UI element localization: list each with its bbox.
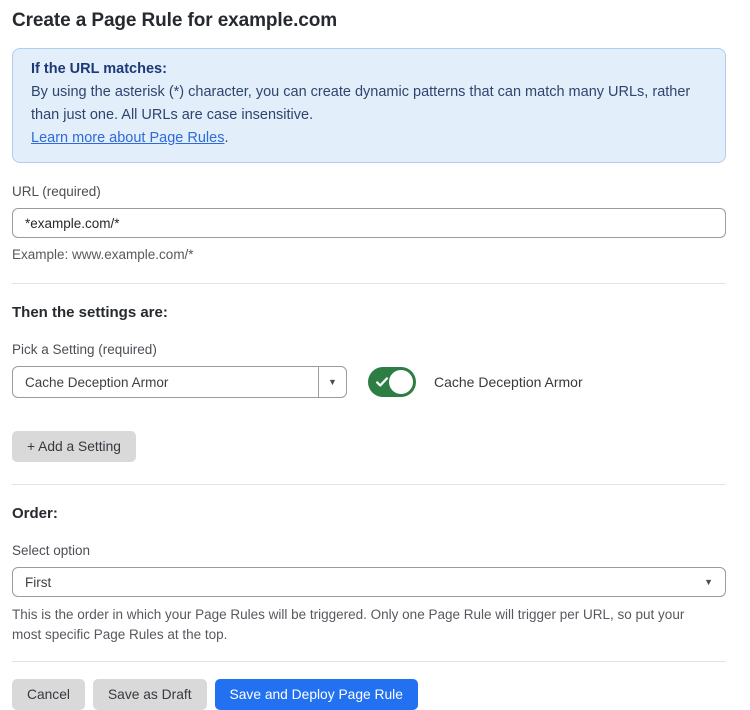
create-page-rule-form: Create a Page Rule for example.com If th… <box>0 0 750 710</box>
link-suffix-period: . <box>224 130 228 146</box>
cache-deception-armor-toggle[interactable] <box>368 367 416 397</box>
url-input[interactable] <box>12 208 726 238</box>
settings-section-heading: Then the settings are: <box>12 304 726 321</box>
info-box-heading: If the URL matches: <box>31 58 707 81</box>
pick-setting-label: Pick a Setting (required) <box>12 342 726 358</box>
info-box-body: By using the asterisk (*) character, you… <box>31 81 707 150</box>
setting-select-arrow-button[interactable]: ▼ <box>318 367 346 397</box>
url-label: URL (required) <box>12 184 726 200</box>
add-setting-button[interactable]: + Add a Setting <box>12 431 136 462</box>
section-divider <box>12 283 726 284</box>
save-deploy-button[interactable]: Save and Deploy Page Rule <box>215 679 418 710</box>
order-select[interactable]: First ▼ <box>12 567 726 597</box>
info-box-text: By using the asterisk (*) character, you… <box>31 84 690 123</box>
save-draft-button[interactable]: Save as Draft <box>93 679 207 710</box>
toggle-label: Cache Deception Armor <box>434 374 583 390</box>
caret-down-icon: ▼ <box>704 578 713 587</box>
page-title: Create a Page Rule for example.com <box>12 9 726 32</box>
learn-more-link[interactable]: Learn more about Page Rules <box>31 130 224 146</box>
section-divider <box>12 484 726 485</box>
check-icon <box>375 375 389 389</box>
url-example-helper: Example: www.example.com/* <box>12 245 726 265</box>
cancel-button[interactable]: Cancel <box>12 679 85 710</box>
caret-down-icon: ▼ <box>328 378 337 387</box>
setting-select[interactable]: Cache Deception Armor ▼ <box>12 366 347 398</box>
url-match-info-box: If the URL matches: By using the asteris… <box>12 48 726 163</box>
order-select-value: First <box>25 575 51 590</box>
order-select-label: Select option <box>12 543 726 559</box>
order-section-heading: Order: <box>12 505 726 522</box>
setting-select-value: Cache Deception Armor <box>25 375 168 390</box>
order-helper-text: This is the order in which your Page Rul… <box>12 605 716 645</box>
toggle-knob <box>389 370 413 394</box>
footer-divider <box>12 661 726 662</box>
setting-row: Cache Deception Armor ▼ Cache Deception … <box>12 366 726 398</box>
footer-actions: Cancel Save as Draft Save and Deploy Pag… <box>12 679 726 710</box>
